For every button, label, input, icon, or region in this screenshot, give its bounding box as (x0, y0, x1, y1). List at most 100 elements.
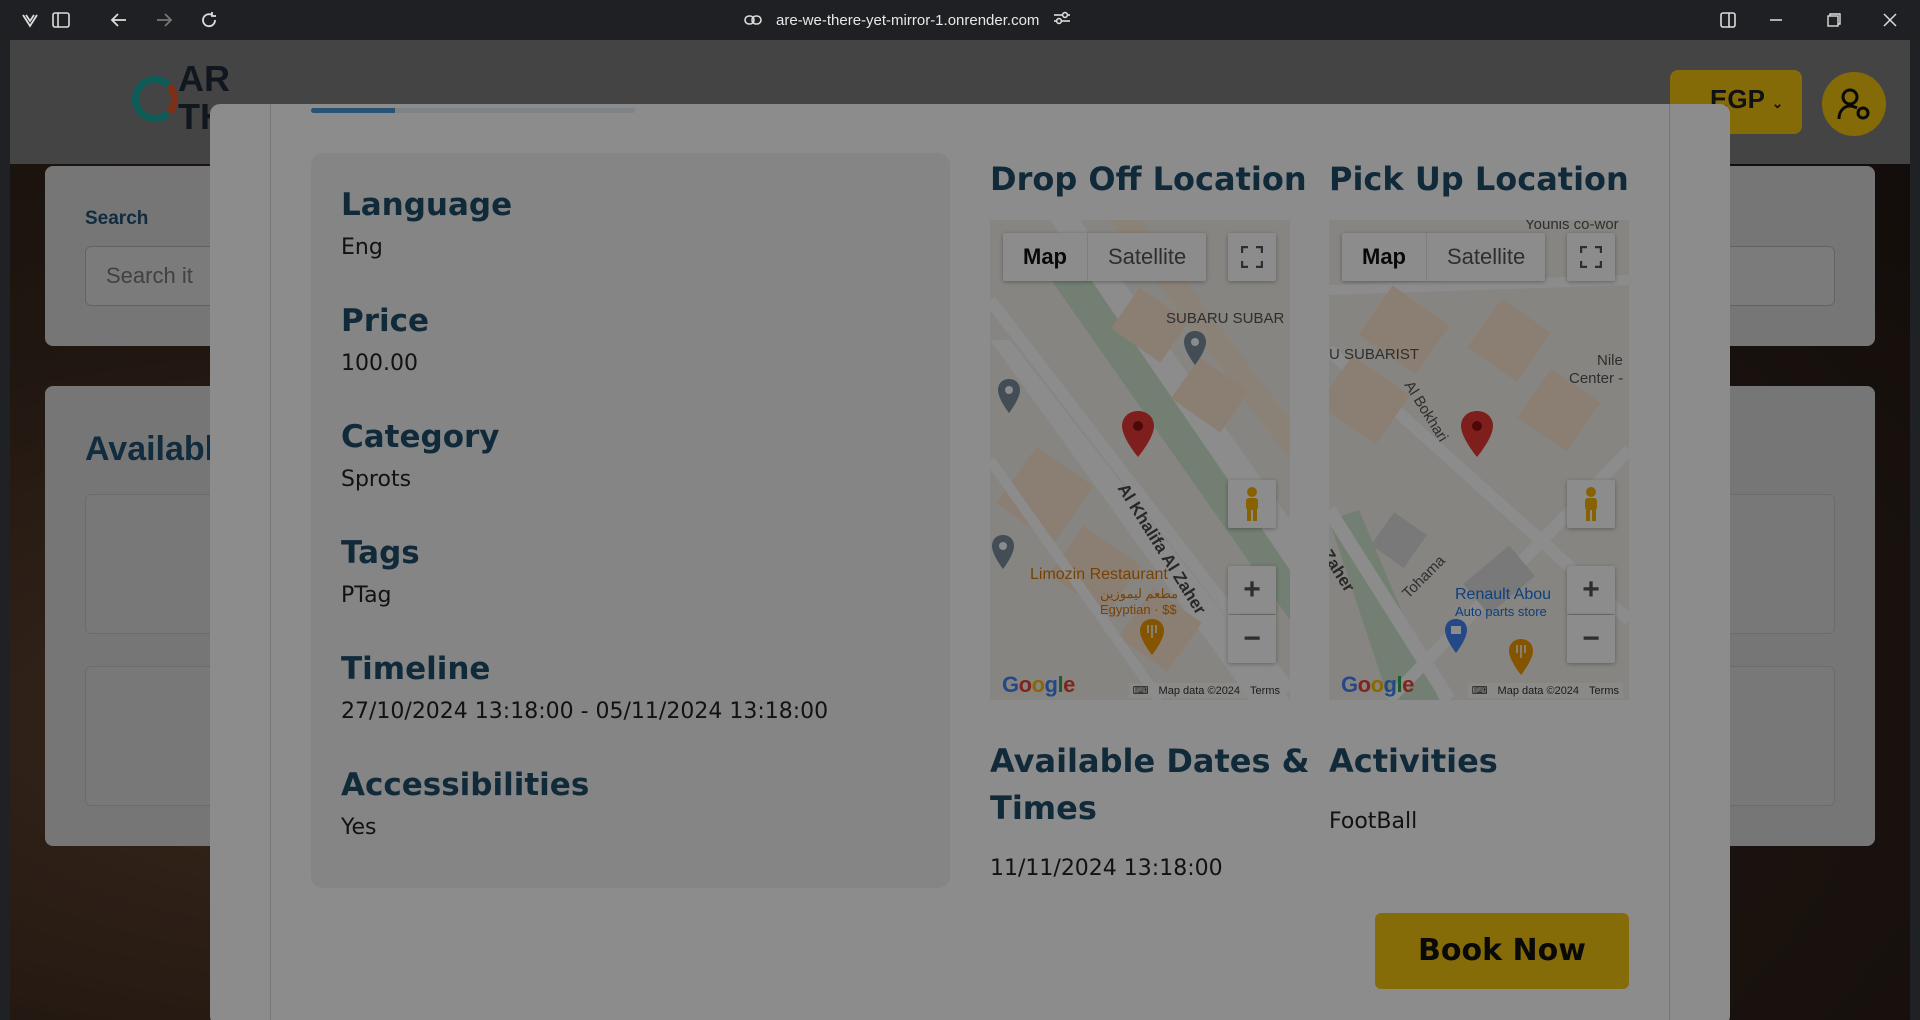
map-label: SUBARU SUBAR (1166, 310, 1285, 327)
shop-pin-icon (1445, 619, 1467, 653)
map-type-toggle: Map Satellite (1003, 233, 1207, 281)
available-card: Available (45, 386, 1875, 846)
back-icon[interactable] (107, 8, 131, 32)
zoom-in-icon: + (1582, 573, 1600, 606)
map-data-text: Map data ©2024 (1497, 684, 1580, 697)
detail-price: Price 100.00 (341, 301, 920, 417)
zoom-out-icon: − (1582, 622, 1600, 655)
app-logo-icon[interactable] (18, 8, 42, 32)
sidebar-icon[interactable] (49, 8, 73, 32)
modal-divider (270, 104, 271, 1020)
keyboard-icon[interactable]: ⌨ (1472, 684, 1488, 697)
zoom-out-button[interactable]: − (1228, 615, 1276, 663)
street-label: Al Khalifa Al Zaher (1113, 480, 1210, 618)
search-input[interactable]: Search it (85, 246, 1835, 306)
detail-accessibilities: Accessibilities Yes (341, 765, 920, 881)
detail-title: Category (341, 419, 500, 455)
detail-value: Eng (341, 235, 383, 260)
map-type-toggle: Map Satellite (1342, 233, 1546, 281)
list-item[interactable] (85, 666, 1835, 806)
details-panel: Language Eng Price 100.00 Category Sprot… (311, 153, 950, 888)
dates-title: Available Dates & Times (990, 742, 1310, 827)
detail-category: Category Sprots (341, 417, 920, 533)
map-pin-icon (992, 535, 1014, 569)
fullscreen-button[interactable] (1567, 233, 1615, 281)
progress-fill (311, 108, 396, 113)
keyboard-icon[interactable]: ⌨ (1133, 684, 1149, 697)
split-view-icon[interactable] (1716, 8, 1740, 32)
poi-label: Limozin Restaurant (1030, 566, 1168, 583)
address-bar[interactable]: are-we-there-yet-mirror-1.onrender.com (744, 9, 1071, 31)
site-header: AR TH EGP ⌄ (10, 40, 1910, 164)
location-marker-icon[interactable] (1459, 410, 1495, 458)
forward-icon[interactable] (152, 8, 176, 32)
map-tiles (990, 220, 1290, 700)
link-icon (744, 11, 762, 30)
search-card: Search Search it (45, 166, 1875, 346)
dropoff-title: Drop Off Location (990, 160, 1307, 198)
detail-title: Language (341, 187, 513, 223)
zoom-out-button[interactable]: − (1567, 615, 1615, 663)
map-pin-icon (998, 379, 1020, 413)
pickup-map[interactable]: Younis co-wor Map Satellite U SUBARIST N… (1329, 220, 1629, 700)
currency-label: EGP (1710, 84, 1765, 114)
map-label: Center - (1569, 370, 1624, 387)
currency-selector[interactable]: EGP ⌄ (1670, 70, 1802, 134)
google-logo: Google (1002, 672, 1075, 697)
detail-title: Tags (341, 535, 420, 571)
map-label: Younis co-wor (1525, 220, 1619, 233)
dates-value: 11/11/2024 13:18:00 (990, 856, 1223, 881)
detail-value: Yes (341, 815, 377, 840)
activities-title: Activities (1329, 742, 1498, 780)
detail-value: 100.00 (341, 351, 418, 376)
profile-settings-button[interactable] (1822, 72, 1886, 136)
map-tab[interactable]: Map (1003, 233, 1088, 281)
logo-text: AR TH (178, 58, 230, 137)
terms-link[interactable]: Terms (1250, 685, 1280, 697)
street-view-button[interactable] (1567, 480, 1615, 528)
list-item[interactable] (85, 494, 1835, 634)
detail-title: Accessibilities (341, 767, 590, 803)
app-logo-icon[interactable] (132, 76, 178, 122)
page-background: AR TH EGP ⌄ Search Search it Available La… (10, 40, 1910, 1020)
satellite-tab[interactable]: Satellite (1427, 233, 1545, 281)
reload-icon[interactable] (197, 8, 221, 32)
profile-settings-icon (1837, 88, 1870, 120)
zoom-in-button[interactable]: + (1567, 566, 1615, 614)
close-icon[interactable] (1878, 8, 1902, 32)
book-now-button[interactable]: Book Now (1375, 913, 1629, 989)
zoom-in-button[interactable]: + (1228, 566, 1276, 614)
detail-value: PTag (341, 583, 392, 608)
maximize-icon[interactable] (1822, 8, 1846, 32)
zoom-out-icon: − (1243, 622, 1261, 655)
fullscreen-icon (1580, 246, 1602, 268)
detail-title: Price (341, 303, 430, 339)
detail-value: Sprots (341, 467, 412, 492)
map-label: U SUBARIST (1329, 346, 1420, 363)
pickup-title: Pick Up Location (1329, 160, 1629, 198)
activities-value: FootBall (1329, 809, 1418, 834)
map-data-text: Map data ©2024 (1158, 684, 1241, 697)
fullscreen-icon (1241, 246, 1263, 268)
activity-details-modal: Language Eng Price 100.00 Category Sprot… (210, 104, 1730, 1020)
map-label: Nile (1597, 352, 1623, 369)
url-text[interactable]: are-we-there-yet-mirror-1.onrender.com (776, 12, 1039, 29)
satellite-tab[interactable]: Satellite (1088, 233, 1206, 281)
dropoff-map[interactable]: Map Satellite SUBARU SUBAR Al Khalifa Al… (990, 220, 1290, 700)
fullscreen-button[interactable] (1228, 233, 1276, 281)
site-settings-icon[interactable] (1053, 10, 1071, 30)
map-footer: ⌨ Map data ©2024 Terms (1467, 683, 1623, 698)
poi-subtitle: Egyptian · $$ (1100, 602, 1177, 617)
pegman-icon (1246, 487, 1258, 521)
minimize-icon[interactable] (1764, 8, 1788, 32)
poi-label: Renault Abou (1455, 586, 1552, 603)
location-marker-icon[interactable] (1120, 410, 1156, 458)
detail-language: Language Eng (341, 185, 920, 301)
browser-toolbar: are-we-there-yet-mirror-1.onrender.com (0, 0, 1920, 40)
available-title: Available (85, 430, 234, 468)
map-footer: ⌨ Map data ©2024 Terms (1128, 683, 1284, 698)
map-tab[interactable]: Map (1342, 233, 1427, 281)
terms-link[interactable]: Terms (1589, 685, 1619, 697)
street-view-button[interactable] (1228, 480, 1276, 528)
street-label: Al Bokhari (1400, 378, 1452, 445)
